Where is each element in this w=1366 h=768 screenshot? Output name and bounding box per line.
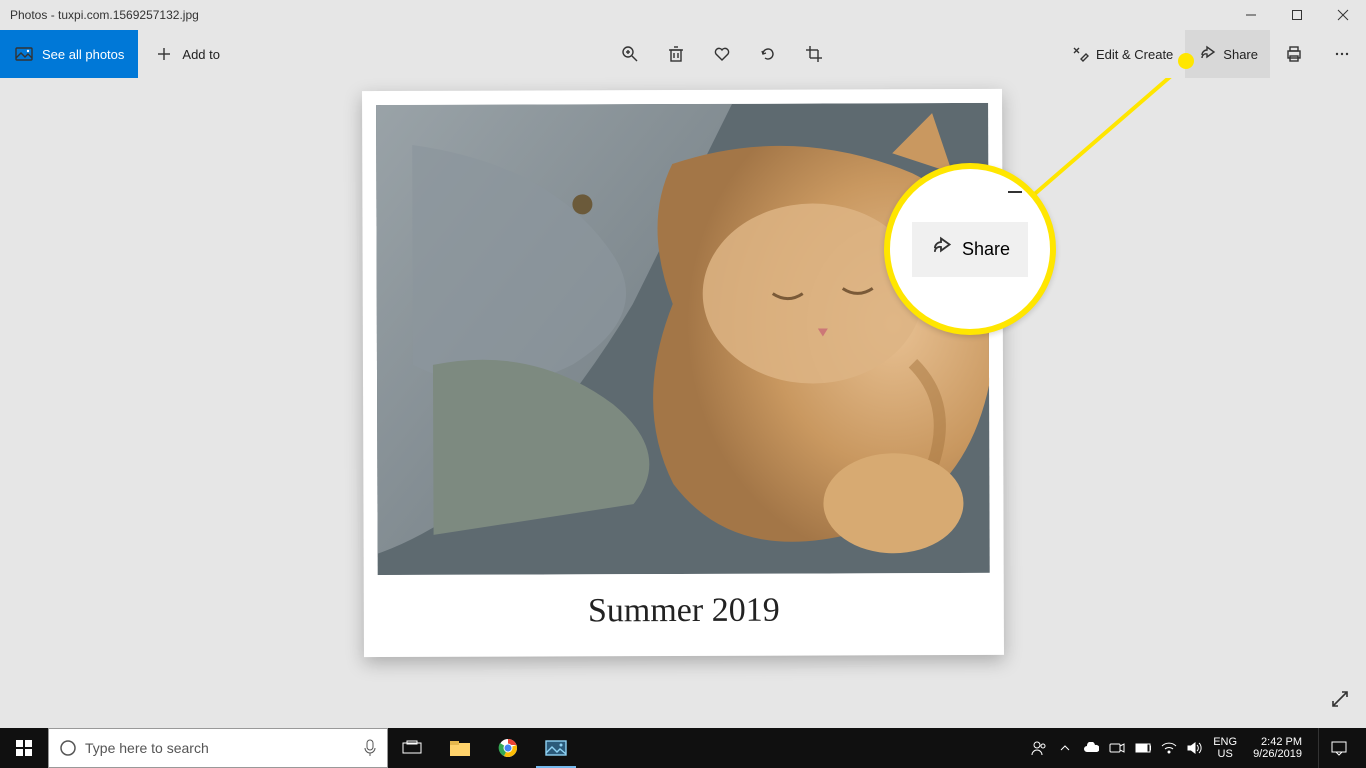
rotate-icon[interactable] [758, 44, 778, 64]
people-icon[interactable] [1031, 740, 1047, 756]
wifi-icon[interactable] [1161, 740, 1177, 756]
system-tray: ENG US 2:42 PM 9/26/2019 [1023, 728, 1366, 768]
share-icon [1197, 44, 1217, 64]
callout-dot [1178, 53, 1194, 69]
date: 9/26/2019 [1253, 748, 1302, 760]
close-button[interactable] [1320, 0, 1366, 30]
share-icon [930, 236, 952, 263]
ellipsis-icon [1332, 44, 1352, 64]
lang-top: ENG [1213, 736, 1237, 748]
minimize-button[interactable] [1228, 0, 1274, 30]
more-button[interactable] [1318, 30, 1366, 78]
add-to-button[interactable]: Add to [138, 30, 236, 78]
print-icon [1284, 44, 1304, 64]
callout-minimize-icon [1008, 191, 1022, 193]
chrome-taskbar-icon[interactable] [484, 728, 532, 768]
callout-circle: Share [884, 163, 1056, 335]
clock[interactable]: 2:42 PM 9/26/2019 [1247, 736, 1308, 760]
polaroid-frame: Summer 2019 [362, 89, 1004, 657]
photos-icon [14, 44, 34, 64]
edit-create-label: Edit & Create [1096, 47, 1173, 62]
window-controls [1228, 0, 1366, 30]
maximize-button[interactable] [1274, 0, 1320, 30]
see-all-label: See all photos [42, 47, 124, 62]
time: 2:42 PM [1253, 736, 1302, 748]
taskbar: Type here to search ENG US 2:42 PM 9/26/… [0, 728, 1366, 768]
tray-chevron-up-icon[interactable] [1057, 740, 1073, 756]
share-button[interactable]: Share [1185, 30, 1270, 78]
onedrive-icon[interactable] [1083, 740, 1099, 756]
photo-viewer: Summer 2019 Share [0, 78, 1366, 728]
lang-bottom: US [1213, 748, 1237, 760]
expand-icon[interactable] [1330, 689, 1350, 714]
favorite-icon[interactable] [712, 44, 732, 64]
add-to-label: Add to [182, 47, 220, 62]
share-label: Share [1223, 47, 1258, 62]
meet-now-icon[interactable] [1109, 740, 1125, 756]
file-explorer-taskbar-icon[interactable] [436, 728, 484, 768]
print-button[interactable] [1270, 30, 1318, 78]
battery-icon[interactable] [1135, 740, 1151, 756]
zoom-icon[interactable] [620, 44, 640, 64]
callout-share-label: Share [962, 239, 1010, 260]
window-title: Photos - tuxpi.com.1569257132.jpg [10, 8, 199, 22]
search-placeholder: Type here to search [85, 740, 355, 756]
titlebar: Photos - tuxpi.com.1569257132.jpg [0, 0, 1366, 30]
delete-icon[interactable] [666, 44, 686, 64]
cortana-icon [59, 739, 77, 757]
start-button[interactable] [0, 728, 48, 768]
volume-icon[interactable] [1187, 740, 1203, 756]
task-view-button[interactable] [388, 728, 436, 768]
photo-image [376, 103, 990, 575]
edit-create-button[interactable]: Edit & Create [1058, 30, 1185, 78]
search-box[interactable]: Type here to search [48, 728, 388, 768]
language-indicator[interactable]: ENG US [1213, 736, 1237, 760]
crop-icon[interactable] [804, 44, 824, 64]
edit-icon [1070, 44, 1090, 64]
mic-icon[interactable] [363, 739, 377, 757]
photo-caption: Summer 2019 [378, 573, 990, 647]
see-all-photos-button[interactable]: See all photos [0, 30, 138, 78]
task-items [388, 728, 580, 768]
plus-icon [154, 44, 174, 64]
callout-share-button: Share [912, 222, 1028, 277]
action-center-icon[interactable] [1318, 728, 1358, 768]
photos-taskbar-icon[interactable] [532, 728, 580, 768]
toolbar: See all photos Add to Edit & Create Shar… [0, 30, 1366, 78]
